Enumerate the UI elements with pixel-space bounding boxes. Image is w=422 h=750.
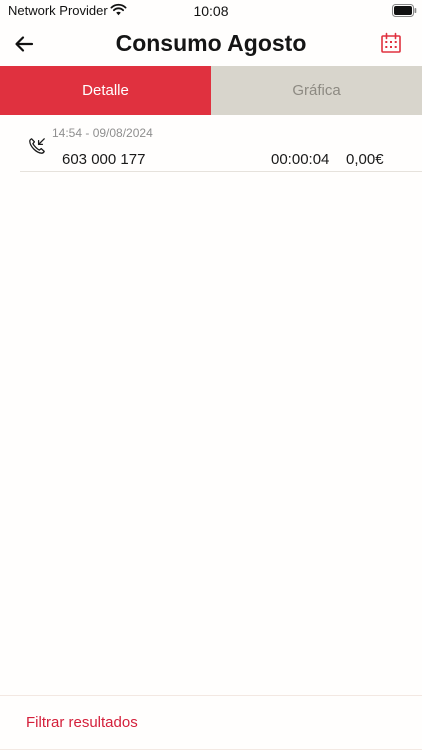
calendar-icon <box>381 32 401 53</box>
battery-icon <box>392 4 417 17</box>
filter-results-link[interactable]: Filtrar resultados <box>26 714 138 731</box>
tab-bar: Detalle Gráfica <box>0 66 422 115</box>
call-cost: 0,00€ <box>346 151 384 168</box>
status-time: 10:08 <box>193 3 229 19</box>
tab-detalle[interactable]: Detalle <box>0 66 211 115</box>
arrow-left-icon <box>15 36 34 52</box>
call-duration: 00:00:04 <box>271 151 330 168</box>
incoming-call-icon <box>29 138 45 154</box>
page-title: Consumo Agosto <box>115 30 307 56</box>
tab-grafica[interactable]: Gráfica <box>211 66 422 115</box>
call-number: 603 000 177 <box>62 151 146 168</box>
call-datetime: 14:54 - 09/08/2024 <box>52 126 153 140</box>
header-bar: Consumo Agosto <box>0 22 422 66</box>
call-list-item[interactable]: 14:54 - 09/08/2024 603 000 177 00:00:04 … <box>20 115 422 172</box>
back-button[interactable] <box>8 28 40 60</box>
status-bar: Network Provider 10:08 <box>0 0 422 22</box>
calendar-button[interactable] <box>376 28 406 58</box>
footer-bar: Filtrar resultados <box>0 695 422 750</box>
